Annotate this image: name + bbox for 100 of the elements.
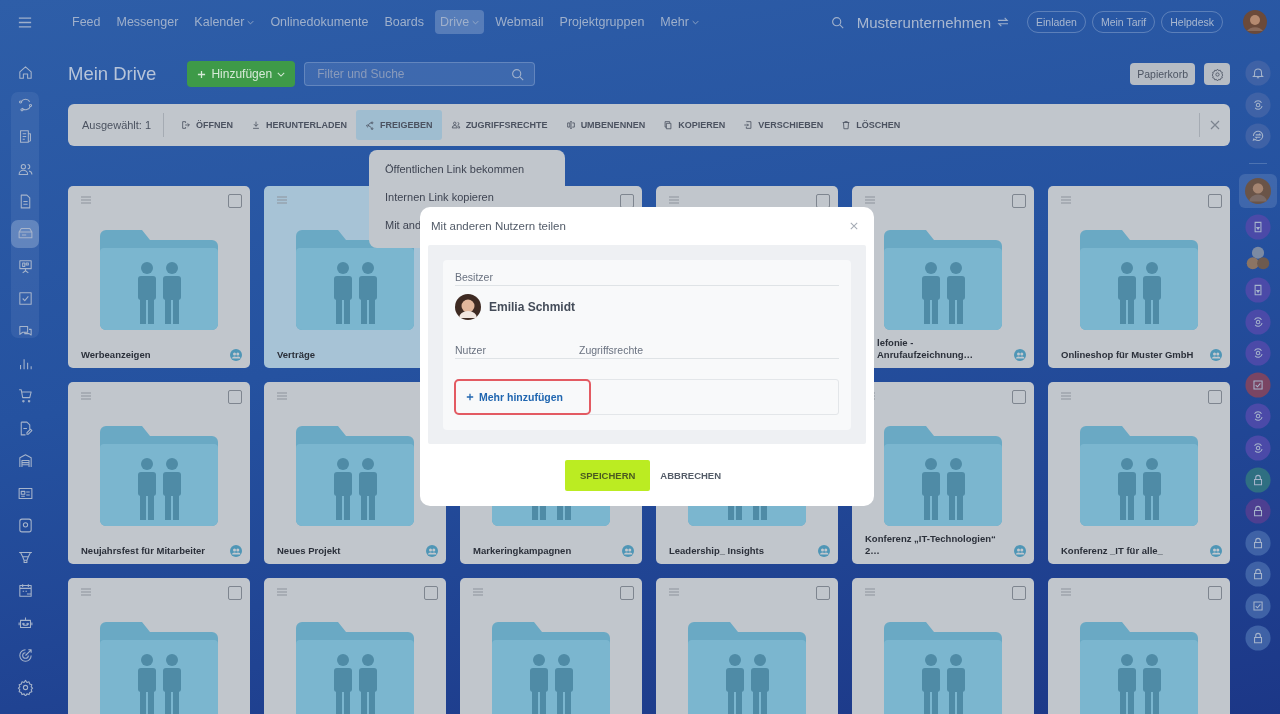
- drag-handle-icon[interactable]: [1061, 392, 1071, 400]
- drag-handle-icon[interactable]: [81, 196, 91, 204]
- folder-name: Neujahrsfest für Mitarbeiter: [81, 545, 206, 557]
- toolbar-action[interactable]: KOPIEREN: [654, 110, 735, 140]
- toolbar-action[interactable]: LÖSCHEN: [832, 110, 910, 140]
- drag-handle-icon[interactable]: [277, 196, 287, 204]
- switch-icon[interactable]: [997, 17, 1009, 27]
- shared-folder-icon: [883, 426, 1002, 526]
- toolbar-action[interactable]: FREIGEBEN: [356, 110, 442, 140]
- shared-folder-icon: [99, 230, 218, 330]
- checkbox[interactable]: [228, 586, 242, 600]
- document-icon[interactable]: [1245, 276, 1271, 303]
- nav-tab[interactable]: Boards: [379, 10, 429, 34]
- drag-handle-icon[interactable]: [865, 588, 875, 596]
- drag-handle-icon[interactable]: [669, 588, 679, 596]
- drag-handle-icon[interactable]: [277, 588, 287, 596]
- checkbox[interactable]: [1012, 194, 1026, 208]
- lock-icon[interactable]: [1245, 529, 1271, 556]
- orbit-icon[interactable]: [1245, 403, 1271, 430]
- owner-name: Emilia Schmidt: [489, 300, 576, 314]
- lock-icon[interactable]: [1245, 466, 1271, 493]
- checkbox[interactable]: [1208, 194, 1222, 208]
- checkbox[interactable]: [228, 194, 242, 208]
- add-more-link[interactable]: Mehr hinzufügen: [454, 379, 591, 415]
- lock-icon[interactable]: [1245, 498, 1271, 525]
- folder-card[interactable]: Neujahrsfest für Mitarbeiter: [68, 382, 250, 564]
- checkbox[interactable]: [424, 586, 438, 600]
- settings-icon: [1210, 67, 1224, 81]
- checkbox[interactable]: [1208, 390, 1222, 404]
- sidebar-item[interactable]: [11, 219, 39, 248]
- close-icon[interactable]: [850, 222, 858, 230]
- nav-tab[interactable]: Feed: [67, 10, 106, 34]
- nav-tab[interactable]: Mehr: [655, 10, 704, 34]
- checkbox[interactable]: [620, 586, 634, 600]
- folder-name: Leadership_ Insights: [669, 545, 765, 557]
- folder-card[interactable]: Konferenz _IT für alle_: [1048, 382, 1230, 564]
- toolbar-action[interactable]: HERUNTERLADEN: [242, 110, 357, 140]
- add-button[interactable]: Hinzufügen: [187, 61, 296, 87]
- garage-icon: [16, 452, 34, 470]
- calendar-icon: [16, 581, 34, 599]
- folder-card[interactable]: Werbeanzeigen: [68, 186, 250, 368]
- drag-handle-icon[interactable]: [81, 392, 91, 400]
- lock-icon[interactable]: [1245, 624, 1271, 651]
- drag-handle-icon[interactable]: [1061, 196, 1071, 204]
- drag-handle-icon[interactable]: [277, 392, 287, 400]
- folder-card[interactable]: [1048, 578, 1230, 714]
- folder-card[interactable]: [264, 578, 446, 714]
- drag-handle-icon[interactable]: [81, 588, 91, 596]
- checkbox-icon[interactable]: [1245, 371, 1271, 398]
- checkbox[interactable]: [1012, 586, 1026, 600]
- orbit-icon[interactable]: [1245, 308, 1271, 335]
- orbit-icon[interactable]: [1245, 340, 1271, 367]
- close-icon[interactable]: [1210, 120, 1220, 130]
- chat-swap-icon[interactable]: [1245, 123, 1271, 150]
- folder-card[interactable]: Konferenz „IT-Technologien“ 2…: [852, 382, 1034, 564]
- menu-icon[interactable]: [18, 16, 32, 28]
- drag-handle-icon[interactable]: [473, 588, 483, 596]
- target-icon: [16, 646, 34, 664]
- save-button[interactable]: SPEICHERN: [564, 460, 651, 491]
- checkbox[interactable]: [1208, 586, 1222, 600]
- folder-card[interactable]: [68, 578, 250, 714]
- chat-avatar-item[interactable]: [1239, 173, 1277, 208]
- toolbar-action[interactable]: ZUGRIFFSRECHTE: [441, 110, 557, 140]
- cancel-button[interactable]: ABBRECHEN: [660, 470, 722, 481]
- drag-handle-icon[interactable]: [669, 196, 679, 204]
- toolbar-action[interactable]: ÖFFNEN: [172, 110, 243, 140]
- orbit-icon[interactable]: [1245, 434, 1271, 461]
- nav-tab[interactable]: Kalender: [189, 10, 260, 34]
- settings-button[interactable]: [1204, 63, 1230, 85]
- plus-icon: [466, 393, 474, 401]
- checkbox[interactable]: [228, 390, 242, 404]
- folder-card[interactable]: [852, 578, 1034, 714]
- checkbox-icon[interactable]: [1245, 592, 1271, 619]
- bell-icon[interactable]: [1245, 60, 1271, 86]
- toolbar-action[interactable]: VERSCHIEBEN: [734, 110, 833, 140]
- nav-tab[interactable]: Messenger: [111, 10, 184, 34]
- checkbox[interactable]: [1012, 390, 1026, 404]
- lock-icon[interactable]: [1245, 561, 1271, 588]
- orbit-icon[interactable]: [1245, 91, 1271, 118]
- shared-folder-icon: [295, 622, 414, 714]
- drag-handle-icon[interactable]: [865, 196, 875, 204]
- search-icon[interactable]: [830, 15, 844, 29]
- search-icon[interactable]: [511, 68, 525, 81]
- folder-card[interactable]: Neues Projekt: [264, 382, 446, 564]
- drag-handle-icon[interactable]: [1061, 588, 1071, 596]
- nav-tab[interactable]: Onlinedokumente: [265, 10, 374, 34]
- folder-card[interactable]: Onlineshop für Muster GmbH: [1048, 186, 1230, 368]
- folder-card[interactable]: [460, 578, 642, 714]
- folder-card[interactable]: [656, 578, 838, 714]
- document-icon[interactable]: [1245, 213, 1271, 240]
- trash-button[interactable]: Papierkorb: [1130, 63, 1195, 85]
- menu-item[interactable]: Öffentlichen Link bekommen: [385, 161, 565, 189]
- nav-tab[interactable]: Webmail: [490, 10, 549, 34]
- toolbar-action[interactable]: UMBENENNEN: [556, 110, 655, 140]
- group-avatar[interactable]: [1245, 245, 1271, 272]
- nav-tab[interactable]: Projektgruppen: [554, 10, 650, 34]
- checkbox[interactable]: [816, 586, 830, 600]
- owner-avatar: [455, 294, 481, 320]
- settings-icon: [16, 678, 34, 696]
- user-avatar[interactable]: [1243, 10, 1267, 34]
